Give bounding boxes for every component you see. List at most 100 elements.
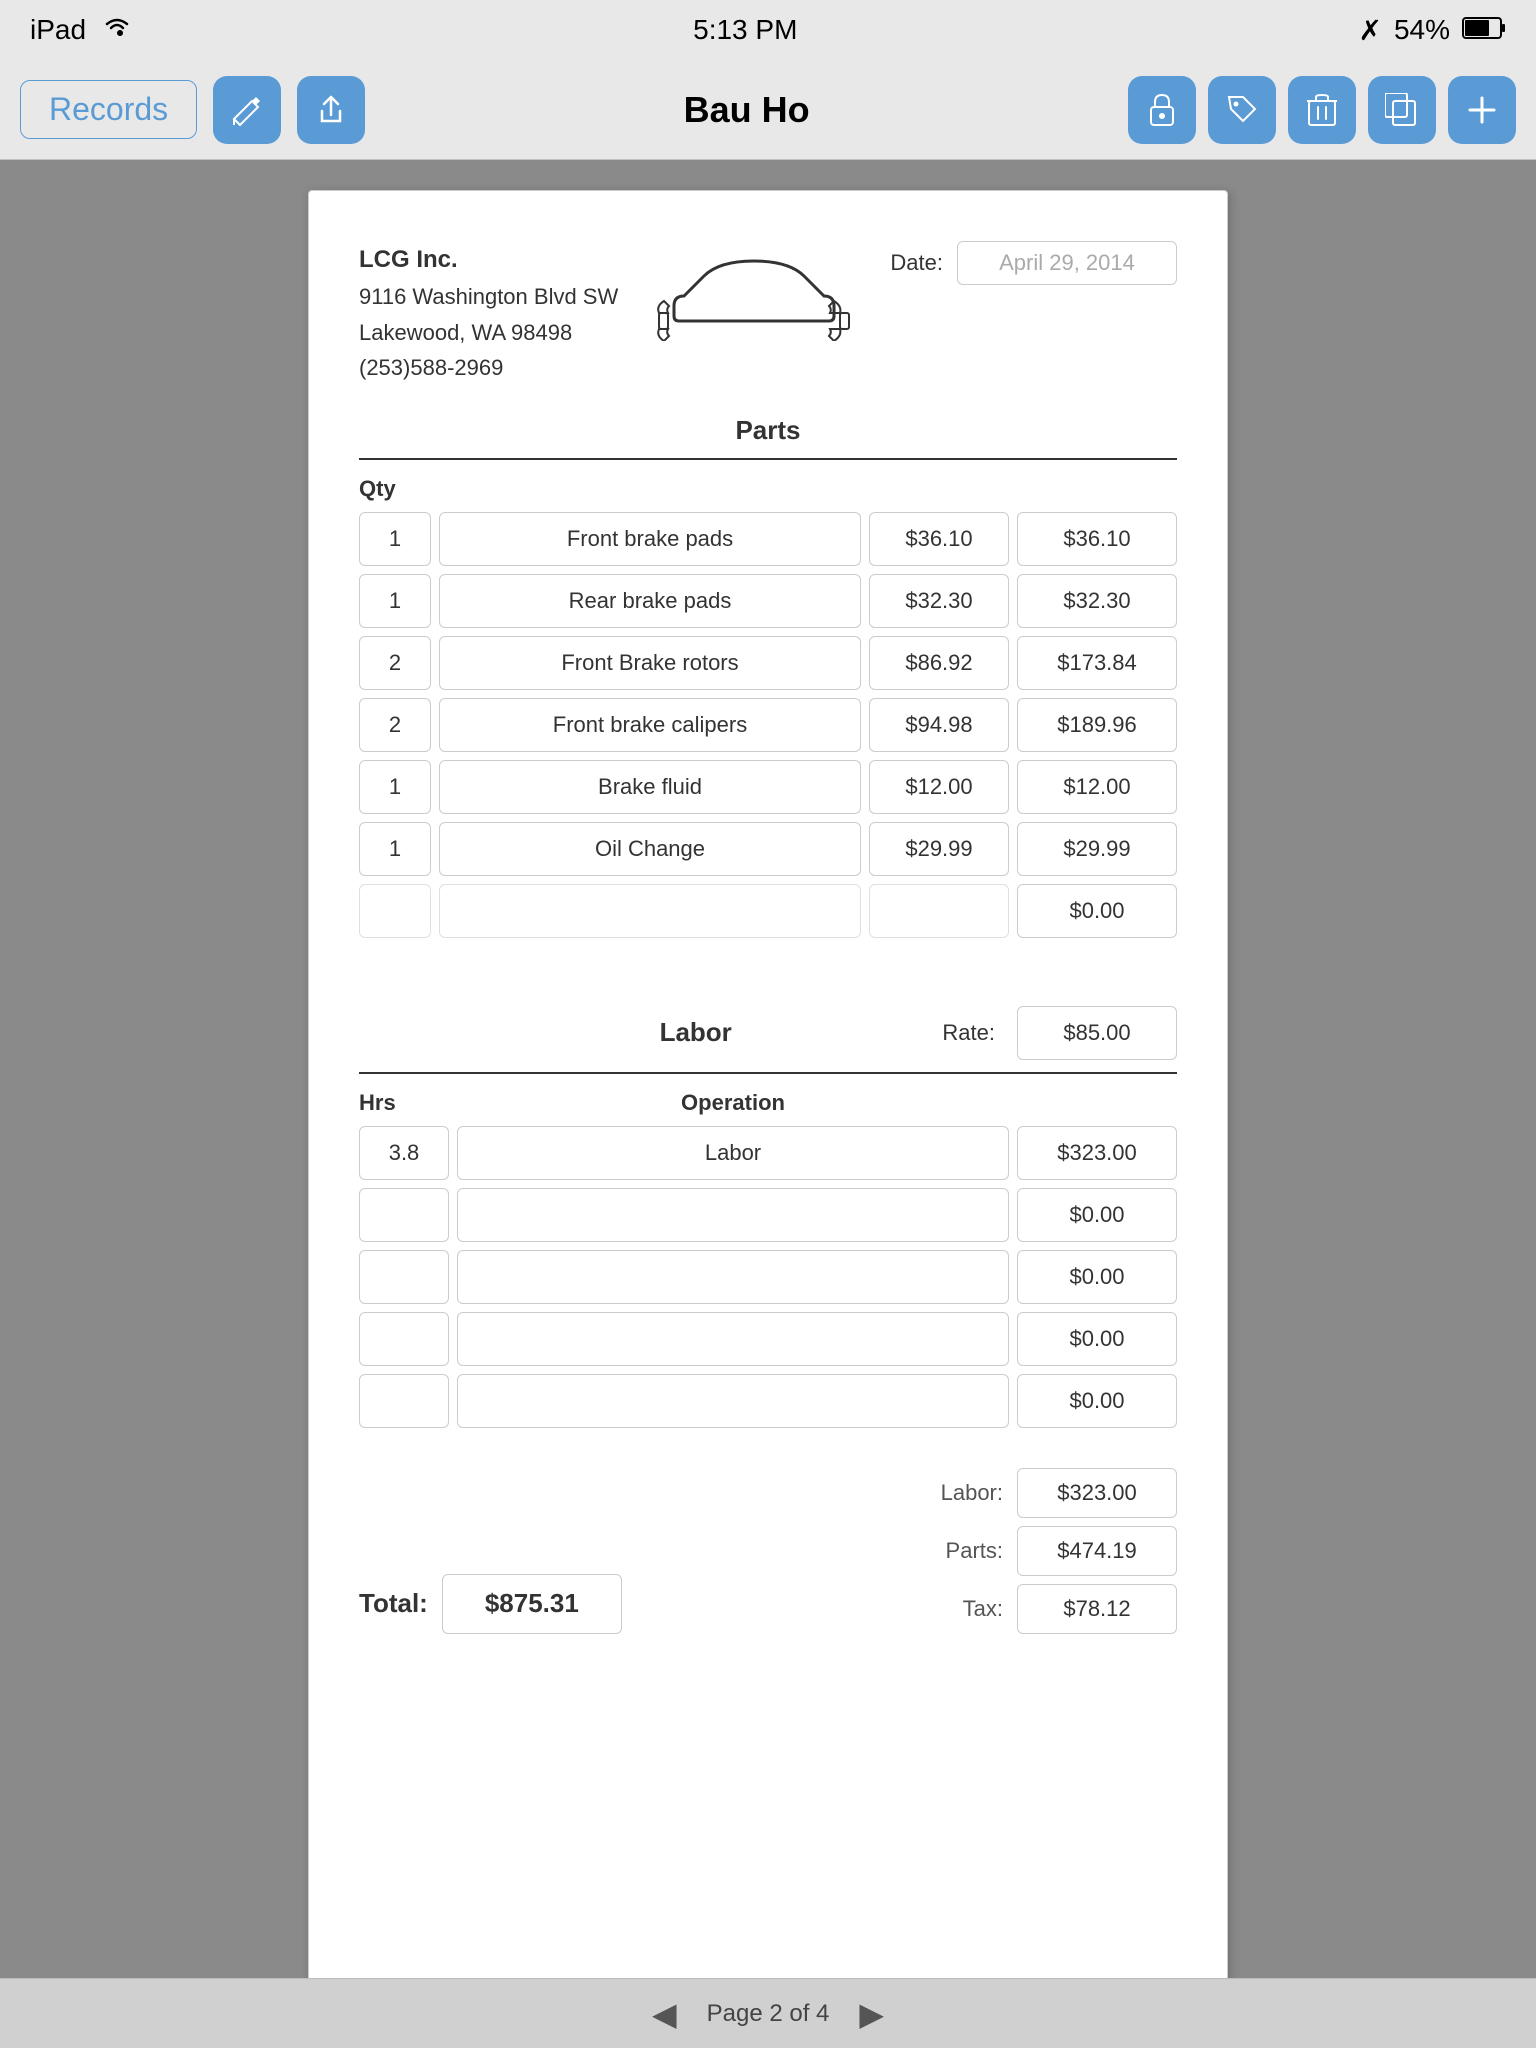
op-cell[interactable]: Labor [457,1126,1009,1180]
qty-cell[interactable]: 2 [359,636,431,690]
edit-button[interactable] [213,76,281,144]
total-cell-zero[interactable]: $0.00 [1017,884,1177,938]
qty-cell-empty[interactable] [359,884,431,938]
labor-row-empty: $0.00 [359,1312,1177,1366]
labor-rate-label: Rate: [942,1020,995,1046]
delete-button[interactable] [1288,76,1356,144]
hrs-cell-empty[interactable] [359,1374,449,1428]
parts-summary-value[interactable]: $474.19 [1017,1526,1177,1576]
labor-section-title: Labor [449,1017,942,1048]
desc-cell-empty[interactable] [439,884,861,938]
parts-row: 1 Oil Change $29.99 $29.99 [359,822,1177,876]
total-left: Total: $875.31 [359,1574,622,1634]
qty-column-header: Qty [359,476,439,502]
labor-total-cell[interactable]: $323.00 [1017,1126,1177,1180]
tax-summary-row: Tax: $78.12 [963,1584,1177,1634]
next-page-button[interactable]: ▶ [859,1995,884,2033]
price-cell[interactable]: $29.99 [869,822,1009,876]
parts-row: 1 Rear brake pads $32.30 $32.30 [359,574,1177,628]
hrs-cell-empty[interactable] [359,1250,449,1304]
price-cell[interactable]: $36.10 [869,512,1009,566]
qty-cell[interactable]: 1 [359,822,431,876]
bluetooth-icon: ✗ [1358,14,1381,47]
total-cell[interactable]: $32.30 [1017,574,1177,628]
labor-total-cell[interactable]: $0.00 [1017,1312,1177,1366]
parts-row: 1 Brake fluid $12.00 $12.00 [359,760,1177,814]
labor-total-cell[interactable]: $0.00 [1017,1374,1177,1428]
op-cell-empty[interactable] [457,1374,1009,1428]
total-cell[interactable]: $29.99 [1017,822,1177,876]
labor-rate-value[interactable]: $85.00 [1017,1006,1177,1060]
company-address2: Lakewood, WA 98498 [359,315,618,350]
status-bar: iPad 5:13 PM ✗ 54% [0,0,1536,60]
company-phone: (253)588-2969 [359,350,618,385]
labor-total-cell[interactable]: $0.00 [1017,1250,1177,1304]
labor-summary-row: Labor: $323.00 [941,1468,1177,1518]
hrs-cell-empty[interactable] [359,1312,449,1366]
labor-summary-label: Labor: [941,1480,1003,1506]
price-cell[interactable]: $12.00 [869,760,1009,814]
date-value[interactable]: April 29, 2014 [957,241,1177,285]
add-button[interactable] [1448,76,1516,144]
tag-button[interactable] [1208,76,1276,144]
status-right: ✗ 54% [1358,14,1506,47]
parts-row: 2 Front brake calipers $94.98 $189.96 [359,698,1177,752]
price-cell-empty[interactable] [869,884,1009,938]
labor-row: 3.8 Labor $323.00 [359,1126,1177,1180]
hrs-cell-empty[interactable] [359,1188,449,1242]
price-cell[interactable]: $32.30 [869,574,1009,628]
page-title: Bau Ho [381,89,1112,131]
doc-header: LCG Inc. 9116 Washington Blvd SW Lakewoo… [359,241,1177,385]
qty-cell[interactable]: 1 [359,574,431,628]
battery-icon [1462,14,1506,46]
labor-summary-value[interactable]: $323.00 [1017,1468,1177,1518]
records-button[interactable]: Records [20,80,197,139]
labor-columns-header: Hrs Operation [359,1090,1177,1116]
hrs-column-header: Hrs [359,1090,449,1116]
desc-cell[interactable]: Brake fluid [439,760,861,814]
qty-cell[interactable]: 1 [359,760,431,814]
op-cell-empty[interactable] [457,1312,1009,1366]
qty-cell[interactable]: 2 [359,698,431,752]
labor-total-cell[interactable]: $0.00 [1017,1188,1177,1242]
hrs-cell[interactable]: 3.8 [359,1126,449,1180]
date-field: Date: April 29, 2014 [890,241,1177,285]
desc-cell[interactable]: Front brake calipers [439,698,861,752]
summary-right: Labor: $323.00 Parts: $474.19 Tax: $78.1… [941,1468,1177,1634]
desc-cell[interactable]: Oil Change [439,822,861,876]
nav-bar: Records Bau Ho [0,60,1536,160]
parts-section-title: Parts [359,415,1177,460]
bottom-bar: ◀ Page 2 of 4 ▶ [0,1978,1536,2048]
price-cell[interactable]: $94.98 [869,698,1009,752]
price-cell[interactable]: $86.92 [869,636,1009,690]
desc-cell[interactable]: Front brake pads [439,512,861,566]
company-name: LCG Inc. [359,241,618,279]
copy-button[interactable] [1368,76,1436,144]
op-cell-empty[interactable] [457,1188,1009,1242]
total-label: Total: [359,1588,428,1619]
device-label: iPad [30,14,86,46]
battery-percent: 54% [1394,14,1450,46]
total-cell[interactable]: $12.00 [1017,760,1177,814]
spacer [359,946,1177,1006]
summary-section: Total: $875.31 Labor: $323.00 Parts: $47… [359,1458,1177,1634]
prev-page-button[interactable]: ◀ [652,1995,677,2033]
total-cell[interactable]: $173.84 [1017,636,1177,690]
tax-summary-value[interactable]: $78.12 [1017,1584,1177,1634]
content-area: LCG Inc. 9116 Washington Blvd SW Lakewoo… [0,160,1536,1978]
parts-section: Parts Qty 1 Front brake pads $36.10 $36.… [359,415,1177,938]
car-logo [648,241,860,341]
company-info: LCG Inc. 9116 Washington Blvd SW Lakewoo… [359,241,618,385]
qty-cell[interactable]: 1 [359,512,431,566]
total-cell[interactable]: $36.10 [1017,512,1177,566]
date-label: Date: [890,250,943,276]
total-cell[interactable]: $189.96 [1017,698,1177,752]
share-button[interactable] [297,76,365,144]
desc-cell[interactable]: Rear brake pads [439,574,861,628]
op-cell-empty[interactable] [457,1250,1009,1304]
desc-cell[interactable]: Front Brake rotors [439,636,861,690]
labor-header-row: Labor Rate: $85.00 [359,1006,1177,1074]
total-value[interactable]: $875.31 [442,1574,622,1634]
lock-button[interactable] [1128,76,1196,144]
labor-row-empty: $0.00 [359,1188,1177,1242]
